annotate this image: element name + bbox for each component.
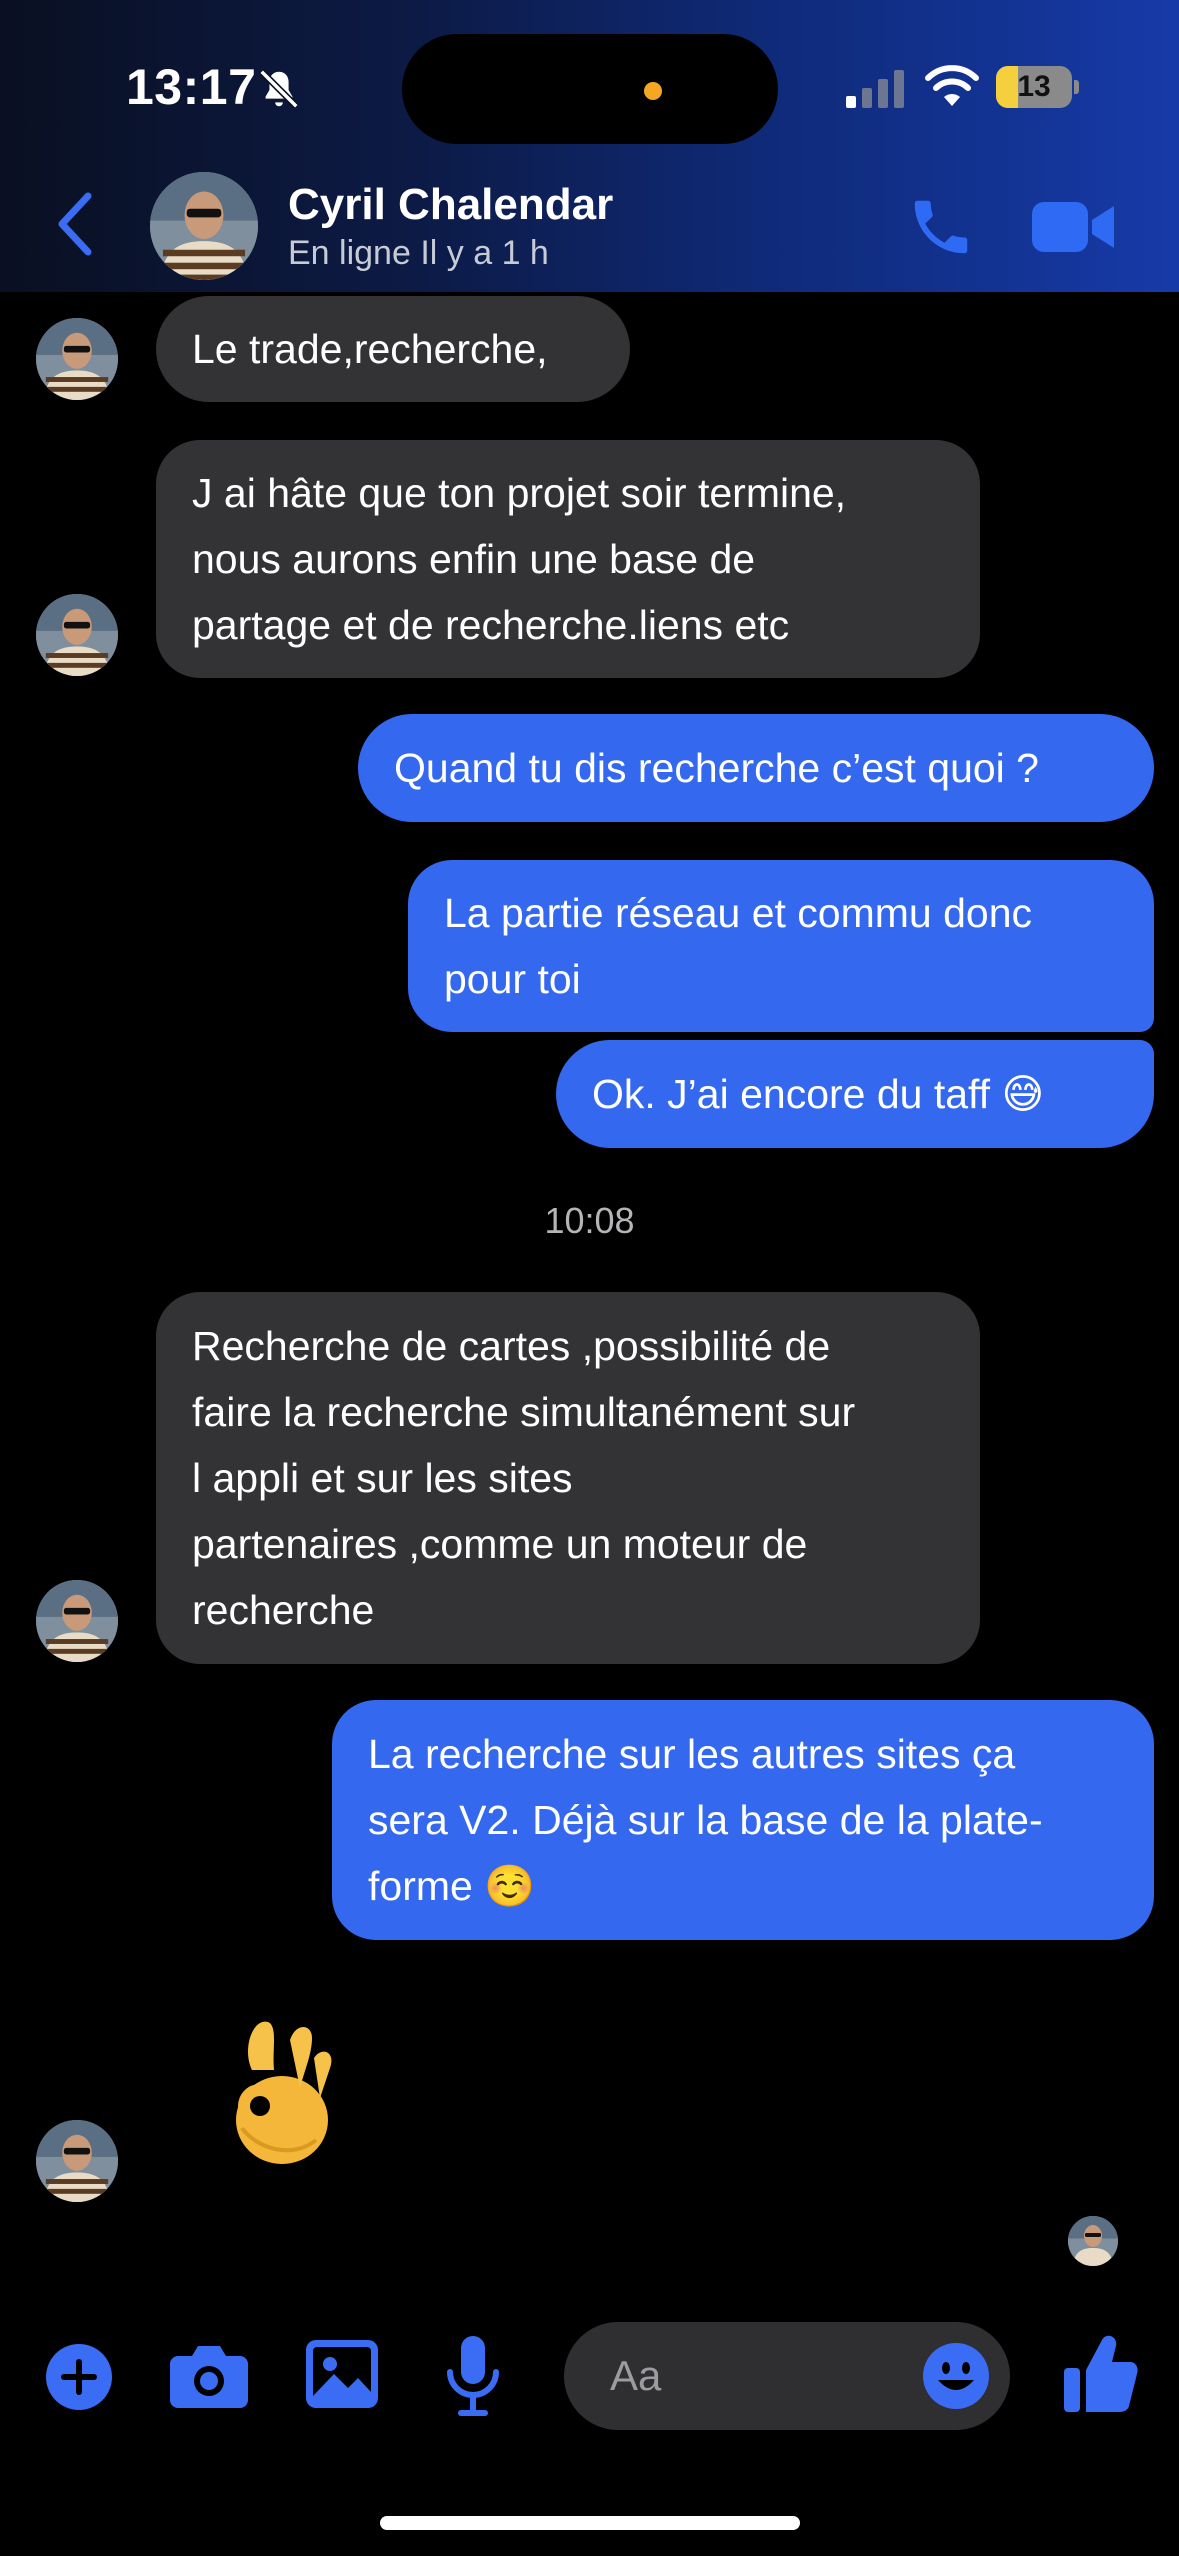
contact-avatar[interactable]	[150, 172, 258, 280]
thumbs-up-icon[interactable]	[1064, 2332, 1138, 2414]
contact-photo-icon	[36, 2120, 118, 2202]
contact-photo-icon	[150, 172, 258, 280]
message-bubble-incoming[interactable]: J ai hâte que ton projet soir termine, n…	[156, 440, 980, 678]
message-input-placeholder: Aa	[610, 2352, 662, 2399]
message-bubble-outgoing[interactable]: Quand tu dis recherche c’est quoi ?	[358, 714, 1154, 822]
cellular-signal-icon	[846, 70, 904, 108]
status-time: 13:17	[126, 59, 257, 115]
contact-avatar-small[interactable]	[36, 2120, 118, 2202]
conversation-header: 13:17 13 Cyril Chalendar En ligne Il y a…	[0, 0, 1179, 292]
back-chevron-icon[interactable]	[52, 190, 100, 258]
contact-photo-icon	[36, 1580, 118, 1662]
message-bubble-incoming[interactable]: Recherche de cartes ,possibilité de fair…	[156, 1292, 980, 1664]
message-bubble-incoming[interactable]: Le trade,recherche,	[156, 296, 630, 402]
message-input[interactable]: Aa	[564, 2322, 1010, 2430]
privacy-indicator-dot	[644, 82, 662, 100]
wifi-icon	[925, 65, 979, 106]
message-bubble-outgoing[interactable]: Ok. J’ai encore du taff 😅	[556, 1040, 1154, 1148]
contact-avatar-small[interactable]	[36, 1580, 118, 1662]
dynamic-island	[402, 34, 778, 144]
phone-call-icon[interactable]	[906, 192, 976, 262]
contact-photo-icon	[1068, 2216, 1118, 2266]
video-call-icon[interactable]	[1032, 198, 1116, 256]
contact-name[interactable]: Cyril Chalendar	[288, 180, 613, 230]
message-bubble-outgoing[interactable]: La recherche sur les autres sites ça ser…	[332, 1700, 1154, 1940]
contact-avatar-small[interactable]	[36, 318, 118, 400]
contact-status: En ligne Il y a 1 h	[288, 234, 549, 272]
battery-indicator: 13	[996, 66, 1079, 108]
microphone-icon[interactable]	[444, 2334, 502, 2418]
camera-icon[interactable]	[170, 2342, 248, 2408]
message-timestamp: 10:08	[544, 1200, 635, 1241]
message-bubble-outgoing[interactable]: La partie réseau et commu donc pour toi	[408, 860, 1154, 1032]
ok-hand-emoji[interactable]	[212, 2010, 342, 2170]
contact-avatar-small[interactable]	[36, 594, 118, 676]
read-receipt-avatar	[1068, 2216, 1118, 2266]
plus-icon[interactable]	[44, 2342, 114, 2412]
home-indicator	[380, 2516, 800, 2530]
emoji-smiley-icon[interactable]	[922, 2342, 990, 2410]
contact-photo-icon	[36, 318, 118, 400]
messenger-conversation-screen: 13:17 13 Cyril Chalendar En ligne Il y a…	[0, 0, 1179, 2556]
battery-level: 13	[1017, 70, 1051, 103]
gallery-image-icon[interactable]	[306, 2340, 378, 2408]
contact-photo-icon	[36, 594, 118, 676]
bell-muted-icon	[259, 69, 299, 109]
